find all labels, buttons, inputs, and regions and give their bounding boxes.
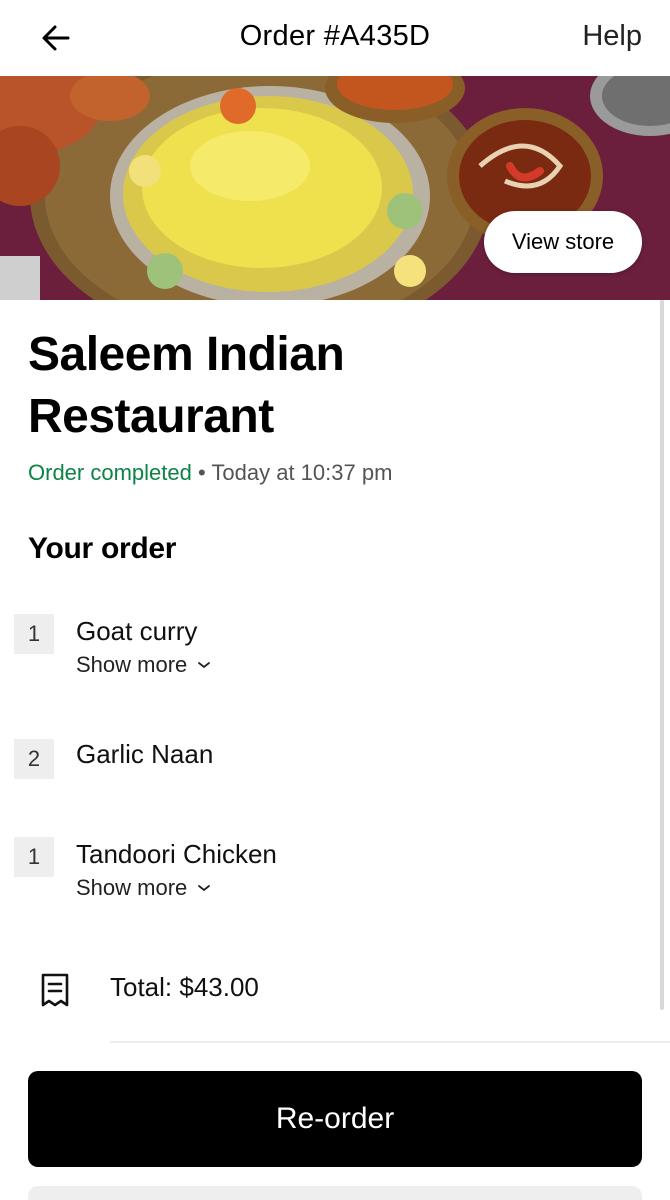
order-time: Today at 10:37 pm: [211, 460, 393, 485]
show-more-label: Show more: [76, 652, 188, 677]
chevron-down-icon: [198, 885, 211, 892]
arrow-left-icon: [42, 25, 70, 51]
item-quantity: 1: [14, 614, 54, 654]
show-more-label: Show more: [76, 875, 188, 900]
page-title: Order #A435D: [239, 20, 431, 52]
help-link[interactable]: Help: [582, 20, 642, 53]
divider: [110, 1041, 670, 1043]
back-button[interactable]: [36, 18, 76, 58]
reorder-button[interactable]: Re-order: [28, 1071, 642, 1167]
item-name: Garlic Naan: [76, 739, 214, 769]
order-total: Total: $43.00: [110, 972, 259, 1002]
chevron-down-icon: [198, 662, 211, 669]
item-name: Goat curry: [76, 616, 198, 646]
show-more-toggle[interactable]: Show more: [76, 652, 211, 678]
show-more-toggle[interactable]: Show more: [76, 875, 211, 901]
order-details: Saleem Indian Restaurant Order completed…: [0, 300, 670, 1200]
restaurant-hero-image: View store: [0, 76, 670, 300]
restaurant-name: Saleem Indian Restaurant: [28, 328, 345, 443]
view-store-button[interactable]: View store: [484, 211, 642, 273]
item-quantity: 2: [14, 739, 54, 779]
item-name: Tandoori Chicken: [76, 839, 277, 869]
status-separator: •: [191, 460, 212, 485]
order-status: Order completed: [28, 460, 192, 485]
order-status-line: Order completed • Today at 10:37 pm: [28, 460, 392, 486]
item-quantity: 1: [14, 837, 54, 877]
secondary-button-partial[interactable]: [28, 1186, 642, 1200]
top-bar: Order #A435D Help: [0, 0, 670, 76]
scrollbar[interactable]: [660, 300, 664, 1010]
your-order-heading: Your order: [28, 532, 177, 565]
receipt-icon: [41, 973, 69, 1007]
order-total-row: Total: $43.00: [0, 968, 670, 1014]
